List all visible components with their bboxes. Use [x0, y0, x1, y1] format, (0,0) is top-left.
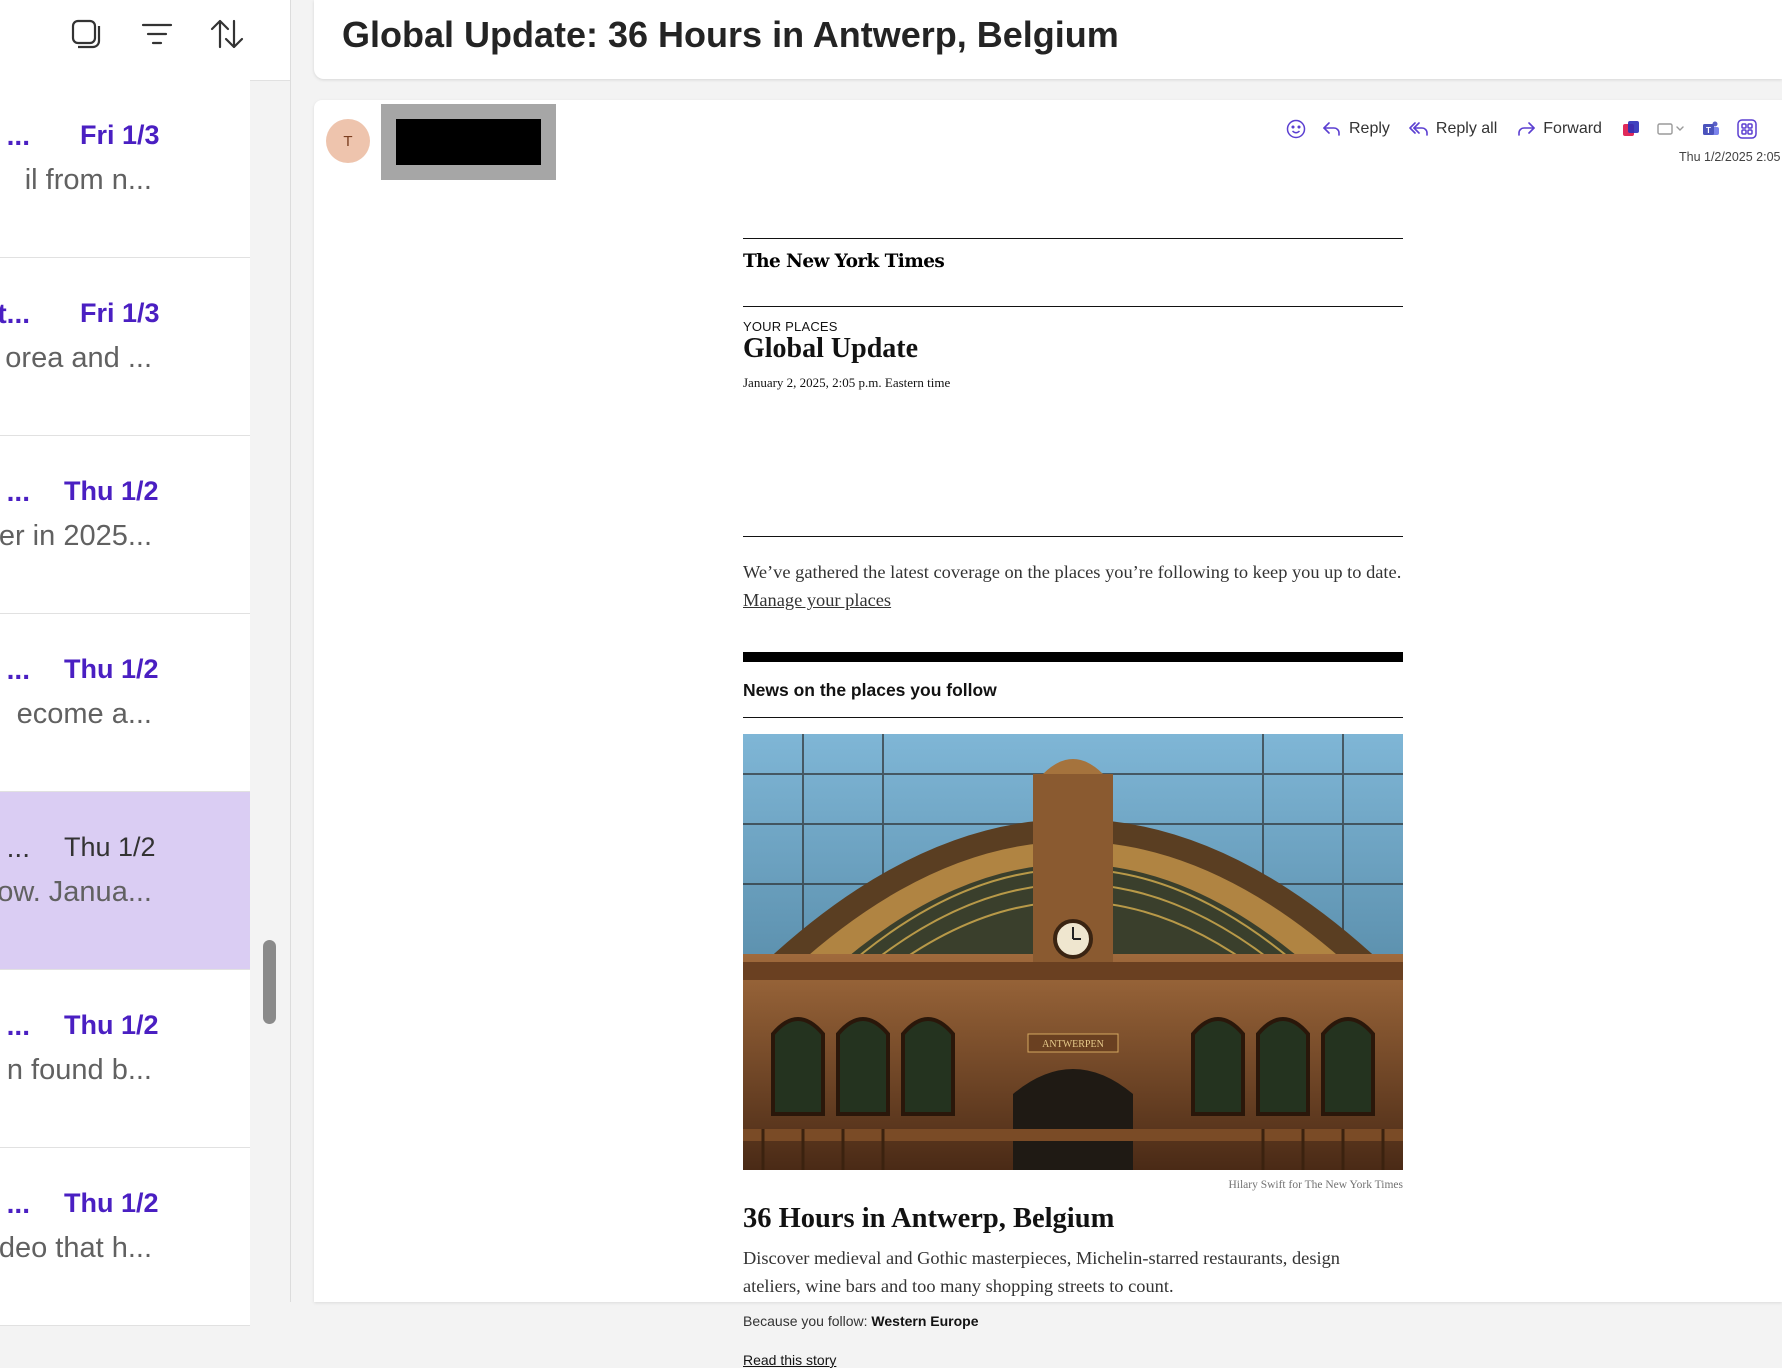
- section-rule: [743, 717, 1403, 718]
- message-subject: ...: [6, 476, 30, 507]
- message-list-item[interactable]: ... Thu 1/2 ecome a...: [0, 614, 250, 792]
- message-subject: ...: [6, 832, 30, 863]
- message-preview: orea and ...: [5, 342, 152, 374]
- reply-all-button[interactable]: Reply all: [1408, 118, 1497, 140]
- message-list-pane: ... Fri 1/3 il from n... st... Fri 1/3 orea a…: [0, 0, 291, 1326]
- reply-all-icon: [1409, 122, 1428, 136]
- forward-icon: [1518, 122, 1536, 136]
- apps-grid-icon: [1737, 119, 1757, 139]
- section-heading: News on the places you follow: [743, 680, 997, 700]
- app-dropdown-icon: [1657, 123, 1684, 135]
- forward-button[interactable]: Forward: [1515, 118, 1602, 140]
- subject-header: Global Update: 36 Hours in Antwerp, Belg…: [314, 0, 1782, 79]
- reply-icon: [1323, 122, 1340, 136]
- section-divider: [743, 652, 1403, 662]
- message-list-item[interactable]: ... Thu 1/2 er in 2025...: [0, 436, 250, 614]
- message-date: Thu 1/2: [64, 1010, 159, 1040]
- received-timestamp: Thu 1/2/2025 2:05 PM: [1679, 150, 1782, 164]
- message-list: ... Fri 1/3 il from n... st... Fri 1/3 orea a…: [0, 80, 250, 1326]
- follow-reason-prefix: Because you follow:: [743, 1313, 872, 1329]
- svg-text:ANTWERPEN: ANTWERPEN: [1042, 1039, 1104, 1050]
- message-subject: ...: [6, 120, 30, 151]
- intro-text: We’ve gathered the latest coverage on th…: [743, 562, 1402, 582]
- message-preview: er in 2025...: [0, 520, 152, 552]
- message-subject: ...: [6, 1010, 30, 1041]
- filter-icon: [141, 23, 173, 45]
- message-subject: ...: [6, 654, 30, 685]
- reply-button[interactable]: Reply: [1321, 118, 1390, 140]
- newsletter-kicker: YOUR PLACES: [743, 319, 838, 334]
- message-preview: il from n...: [24, 164, 152, 196]
- newsletter-intro: We’ve gathered the latest coverage on th…: [743, 558, 1405, 614]
- message-date: Fri 1/3: [80, 120, 160, 150]
- sort-icon: [210, 19, 244, 49]
- message-list-item[interactable]: ... Thu 1/2 ow. Janua...: [0, 792, 250, 970]
- newsletter-dateline: January 2, 2025, 2:05 p.m. Eastern time: [743, 375, 951, 390]
- office-app-button[interactable]: [1620, 118, 1642, 140]
- message-date: Fri 1/3: [80, 298, 160, 328]
- message-list-item[interactable]: ... Fri 1/3 il from n...: [0, 80, 250, 258]
- sort-button[interactable]: [203, 10, 251, 58]
- intro-rule: [743, 536, 1403, 537]
- select-mode-icon: [71, 19, 101, 49]
- photo-credit: Hilary Swift for The New York Times: [1228, 1179, 1403, 1191]
- article-summary: Discover medieval and Gothic masterpiece…: [743, 1248, 1340, 1296]
- sender-avatar[interactable]: T: [326, 119, 370, 163]
- message-list-item[interactable]: st... Fri 1/3 orea and ...: [0, 258, 250, 436]
- message-date: Thu 1/2: [64, 476, 159, 506]
- more-apps-dropdown[interactable]: [1656, 118, 1686, 140]
- message-preview: deo that h...: [0, 1232, 152, 1264]
- message-subject: st...: [0, 298, 30, 329]
- message-preview: ow. Janua...: [0, 876, 152, 908]
- manage-places-link[interactable]: Manage your places: [743, 590, 891, 610]
- message-date: Thu 1/2: [64, 654, 159, 684]
- message-preview: n found b...: [6, 1054, 152, 1086]
- office-app-icon: [1622, 121, 1639, 136]
- message-subject: ...: [6, 1188, 30, 1219]
- message-list-toolbar: [0, 0, 290, 81]
- article-headline[interactable]: 36 Hours in Antwerp, Belgium: [743, 1203, 1114, 1235]
- message-date: Thu 1/2: [64, 832, 156, 862]
- apps-button[interactable]: [1736, 118, 1758, 140]
- reply-label: Reply: [1349, 120, 1390, 137]
- svg-text:T: T: [1706, 126, 1711, 135]
- masthead-bottom-rule: [743, 306, 1403, 307]
- emoji-icon: [1286, 119, 1306, 139]
- email-subject: Global Update: 36 Hours in Antwerp, Belg…: [342, 14, 1119, 55]
- forward-label: Forward: [1543, 120, 1602, 137]
- react-button[interactable]: [1285, 118, 1307, 140]
- redaction-block: [396, 119, 541, 165]
- message-card: T Reply Reply all Forward T Thu 1/2/2025…: [314, 100, 1782, 1368]
- newsletter-title: Global Update: [743, 333, 919, 364]
- message-list-scrollbar[interactable]: [263, 940, 276, 1024]
- read-story-link[interactable]: Read this story: [743, 1352, 836, 1368]
- nyt-logo: The New York Times: [743, 251, 945, 272]
- message-preview: ecome a...: [16, 698, 152, 730]
- reply-all-label: Reply all: [1435, 120, 1498, 137]
- message-list-item[interactable]: ... Thu 1/2 deo that h...: [0, 1148, 250, 1326]
- antwerp-station-photo: ANTWERPEN: [743, 734, 1403, 1170]
- filter-button[interactable]: [133, 10, 181, 58]
- message-list-item[interactable]: ... Thu 1/2 n found b...: [0, 970, 250, 1148]
- article-photo[interactable]: ANTWERPEN: [743, 734, 1403, 1170]
- teams-button[interactable]: T: [1700, 118, 1722, 140]
- teams-icon: T: [1702, 121, 1719, 135]
- follow-reason: Because you follow: Western Europe: [743, 1313, 979, 1329]
- masthead-top-rule: [743, 238, 1403, 239]
- sender-name-redacted: [381, 104, 556, 180]
- select-mode-button[interactable]: [62, 10, 110, 58]
- followed-place: Western Europe: [871, 1313, 979, 1329]
- message-actions: Reply Reply all Forward T: [1285, 115, 1772, 143]
- message-date: Thu 1/2: [64, 1188, 159, 1218]
